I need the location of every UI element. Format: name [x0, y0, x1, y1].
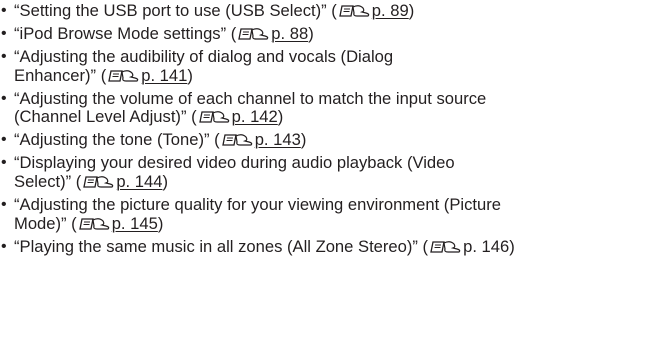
page-reference[interactable]: p. 88: [236, 24, 308, 43]
list-item: • “Adjusting the picture quality for you…: [0, 196, 664, 233]
list-item: • “iPod Browse Mode settings” ( p. 88): [0, 24, 664, 44]
page-number-link[interactable]: p. 88: [271, 24, 308, 43]
page-reference-icon: [78, 217, 109, 230]
list-item: • “Playing the same music in all zones (…: [0, 236, 664, 257]
item-suffix: ): [300, 130, 307, 150]
item-text: “iPod Browse Mode settings” (: [14, 24, 237, 44]
list-item: • “Adjusting the tone (Tone)” ( p. 143): [0, 131, 664, 150]
item-text: (Channel Level Adjust)” (: [14, 107, 197, 127]
page-reference[interactable]: p. 89: [337, 1, 409, 20]
item-text-line1: “Adjusting the volume of each channel to…: [14, 88, 487, 108]
list-item: • “Adjusting the audibility of dialog an…: [0, 48, 664, 85]
item-text: “Setting the USB port to use (USB Select…: [14, 1, 337, 20]
item-text: Select)” (: [14, 171, 82, 191]
page-number-link[interactable]: p. 145: [112, 214, 158, 233]
page-number-link[interactable]: p. 141: [141, 66, 187, 85]
bullet-icon: •: [1, 154, 7, 172]
item-text-line1: “Adjusting the picture quality for your …: [14, 195, 501, 215]
reference-list-page: • “Setting the USB port to use (USB Sele…: [0, 0, 664, 337]
page-reference[interactable]: p. 146: [428, 237, 509, 256]
page-reference[interactable]: p. 143: [220, 130, 301, 149]
item-text: Mode)” (: [14, 213, 77, 233]
list-item: • “Setting the USB port to use (USB Sele…: [0, 1, 664, 21]
bullet-icon: •: [1, 131, 7, 149]
page-number-link[interactable]: p. 146: [463, 237, 509, 256]
list-item: • “Adjusting the volume of each channel …: [0, 88, 664, 127]
item-suffix: ): [162, 171, 168, 191]
item-text-line1: “Adjusting the audibility of dialog and …: [14, 47, 394, 67]
page-number-link[interactable]: p. 142: [232, 107, 278, 127]
item-text-line1: “Displaying your desired video during au…: [14, 153, 455, 173]
item-text: Enhancer)” (: [14, 65, 107, 85]
item-suffix: ): [509, 236, 515, 256]
bullet-icon: •: [1, 89, 7, 107]
page-reference-icon: [238, 28, 269, 40]
page-reference-icon: [108, 69, 139, 82]
page-number-link[interactable]: p. 143: [255, 130, 301, 150]
item-suffix: ): [308, 24, 314, 44]
page-reference[interactable]: p. 141: [106, 66, 187, 85]
item-suffix: ): [187, 65, 193, 85]
item-text: “Adjusting the tone (Tone)” (: [14, 130, 220, 150]
page-reference[interactable]: p. 144: [81, 172, 162, 191]
bullet-icon: •: [1, 25, 7, 43]
item-suffix: ): [408, 1, 415, 20]
page-reference[interactable]: p. 145: [77, 214, 158, 233]
bullet-icon: •: [1, 2, 7, 19]
list-item: • “Displaying your desired video during …: [0, 154, 664, 191]
page-reference-icon: [198, 111, 229, 123]
bullet-icon: •: [1, 196, 7, 214]
page-number-link[interactable]: p. 89: [372, 1, 409, 20]
page-reference-icon: [430, 240, 461, 253]
page-number-link[interactable]: p. 144: [116, 172, 162, 191]
item-suffix: ): [277, 107, 284, 127]
item-suffix: ): [157, 213, 164, 233]
page-reference[interactable]: p. 142: [197, 107, 278, 126]
page-reference-icon: [339, 5, 370, 17]
bullet-icon: •: [1, 237, 7, 255]
page-reference-icon: [221, 134, 252, 147]
item-text: “Playing the same music in all zones (Al…: [14, 236, 429, 256]
bullet-icon: •: [1, 48, 7, 66]
reference-list: • “Setting the USB port to use (USB Sele…: [0, 1, 664, 261]
page-reference-icon: [83, 176, 114, 188]
